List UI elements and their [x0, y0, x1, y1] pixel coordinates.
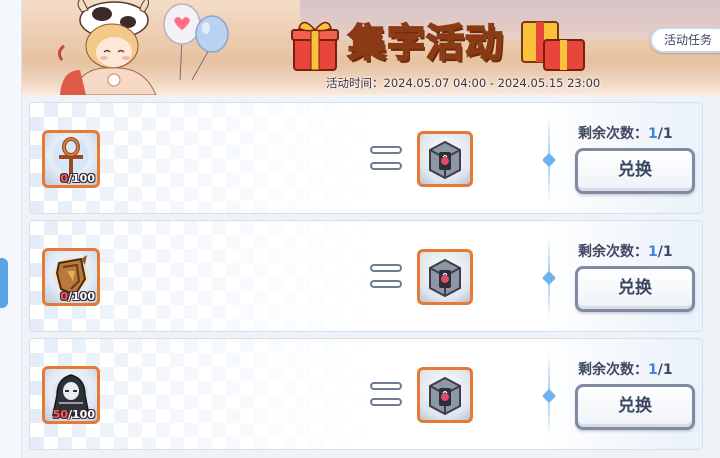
remaining-count: 剩余次数：1/1: [578, 126, 673, 142]
remaining-count: 剩余次数：1/1: [578, 362, 673, 378]
exchange-row: 50/100 剩余次数：1/1 兑换: [29, 338, 703, 450]
exchange-row: 0/100 剩余次数：1/1 兑换: [29, 102, 703, 214]
equals-icon: [370, 382, 404, 408]
reward-item-slot[interactable]: [417, 131, 473, 187]
reward-item-slot[interactable]: [417, 249, 473, 305]
event-time: 活动时间：2024.05.07 04:00 - 2024.05.15 23:00: [326, 75, 600, 91]
balloons-decoration: [163, 3, 229, 80]
exchange-button[interactable]: 兑换: [575, 148, 695, 194]
previous-panel-edge: [0, 0, 22, 458]
item-count: 0/100: [60, 290, 95, 303]
exchange-row: 0/100 剩余次数：1/1 兑换: [29, 220, 703, 332]
reward-item-slot[interactable]: [417, 367, 473, 423]
event-title: 集字活动: [347, 20, 505, 66]
equals-icon: [370, 146, 404, 172]
exchange-button[interactable]: 兑换: [575, 384, 695, 430]
item-count: 0/100: [60, 172, 95, 185]
treasure-box-icon: [429, 140, 461, 180]
exchange-list: 0/100 剩余次数：1/1 兑换 0/100 剩余次数：1/1 兑换 50/1…: [22, 95, 720, 458]
event-task-button[interactable]: 活动任务: [650, 27, 720, 53]
character-illustration: [57, 0, 157, 95]
equals-icon: [370, 264, 404, 290]
required-item-slot[interactable]: 0/100: [42, 248, 100, 306]
event-time-range: 2024.05.07 04:00 - 2024.05.15 23:00: [383, 76, 601, 90]
side-tab[interactable]: [0, 258, 8, 308]
treasure-box-icon: [429, 376, 461, 416]
event-time-label: 活动时间：: [326, 76, 384, 90]
required-item-slot[interactable]: 0/100: [42, 130, 100, 188]
item-count: 50/100: [52, 408, 95, 421]
treasure-box-icon: [429, 258, 461, 298]
remaining-count: 剩余次数：1/1: [578, 244, 673, 260]
event-banner: 集字活动 活动时间：2024.05.07 04:00 - 2024.05.15 …: [22, 0, 720, 95]
exchange-button[interactable]: 兑换: [575, 266, 695, 312]
required-item-slot[interactable]: 50/100: [42, 366, 100, 424]
